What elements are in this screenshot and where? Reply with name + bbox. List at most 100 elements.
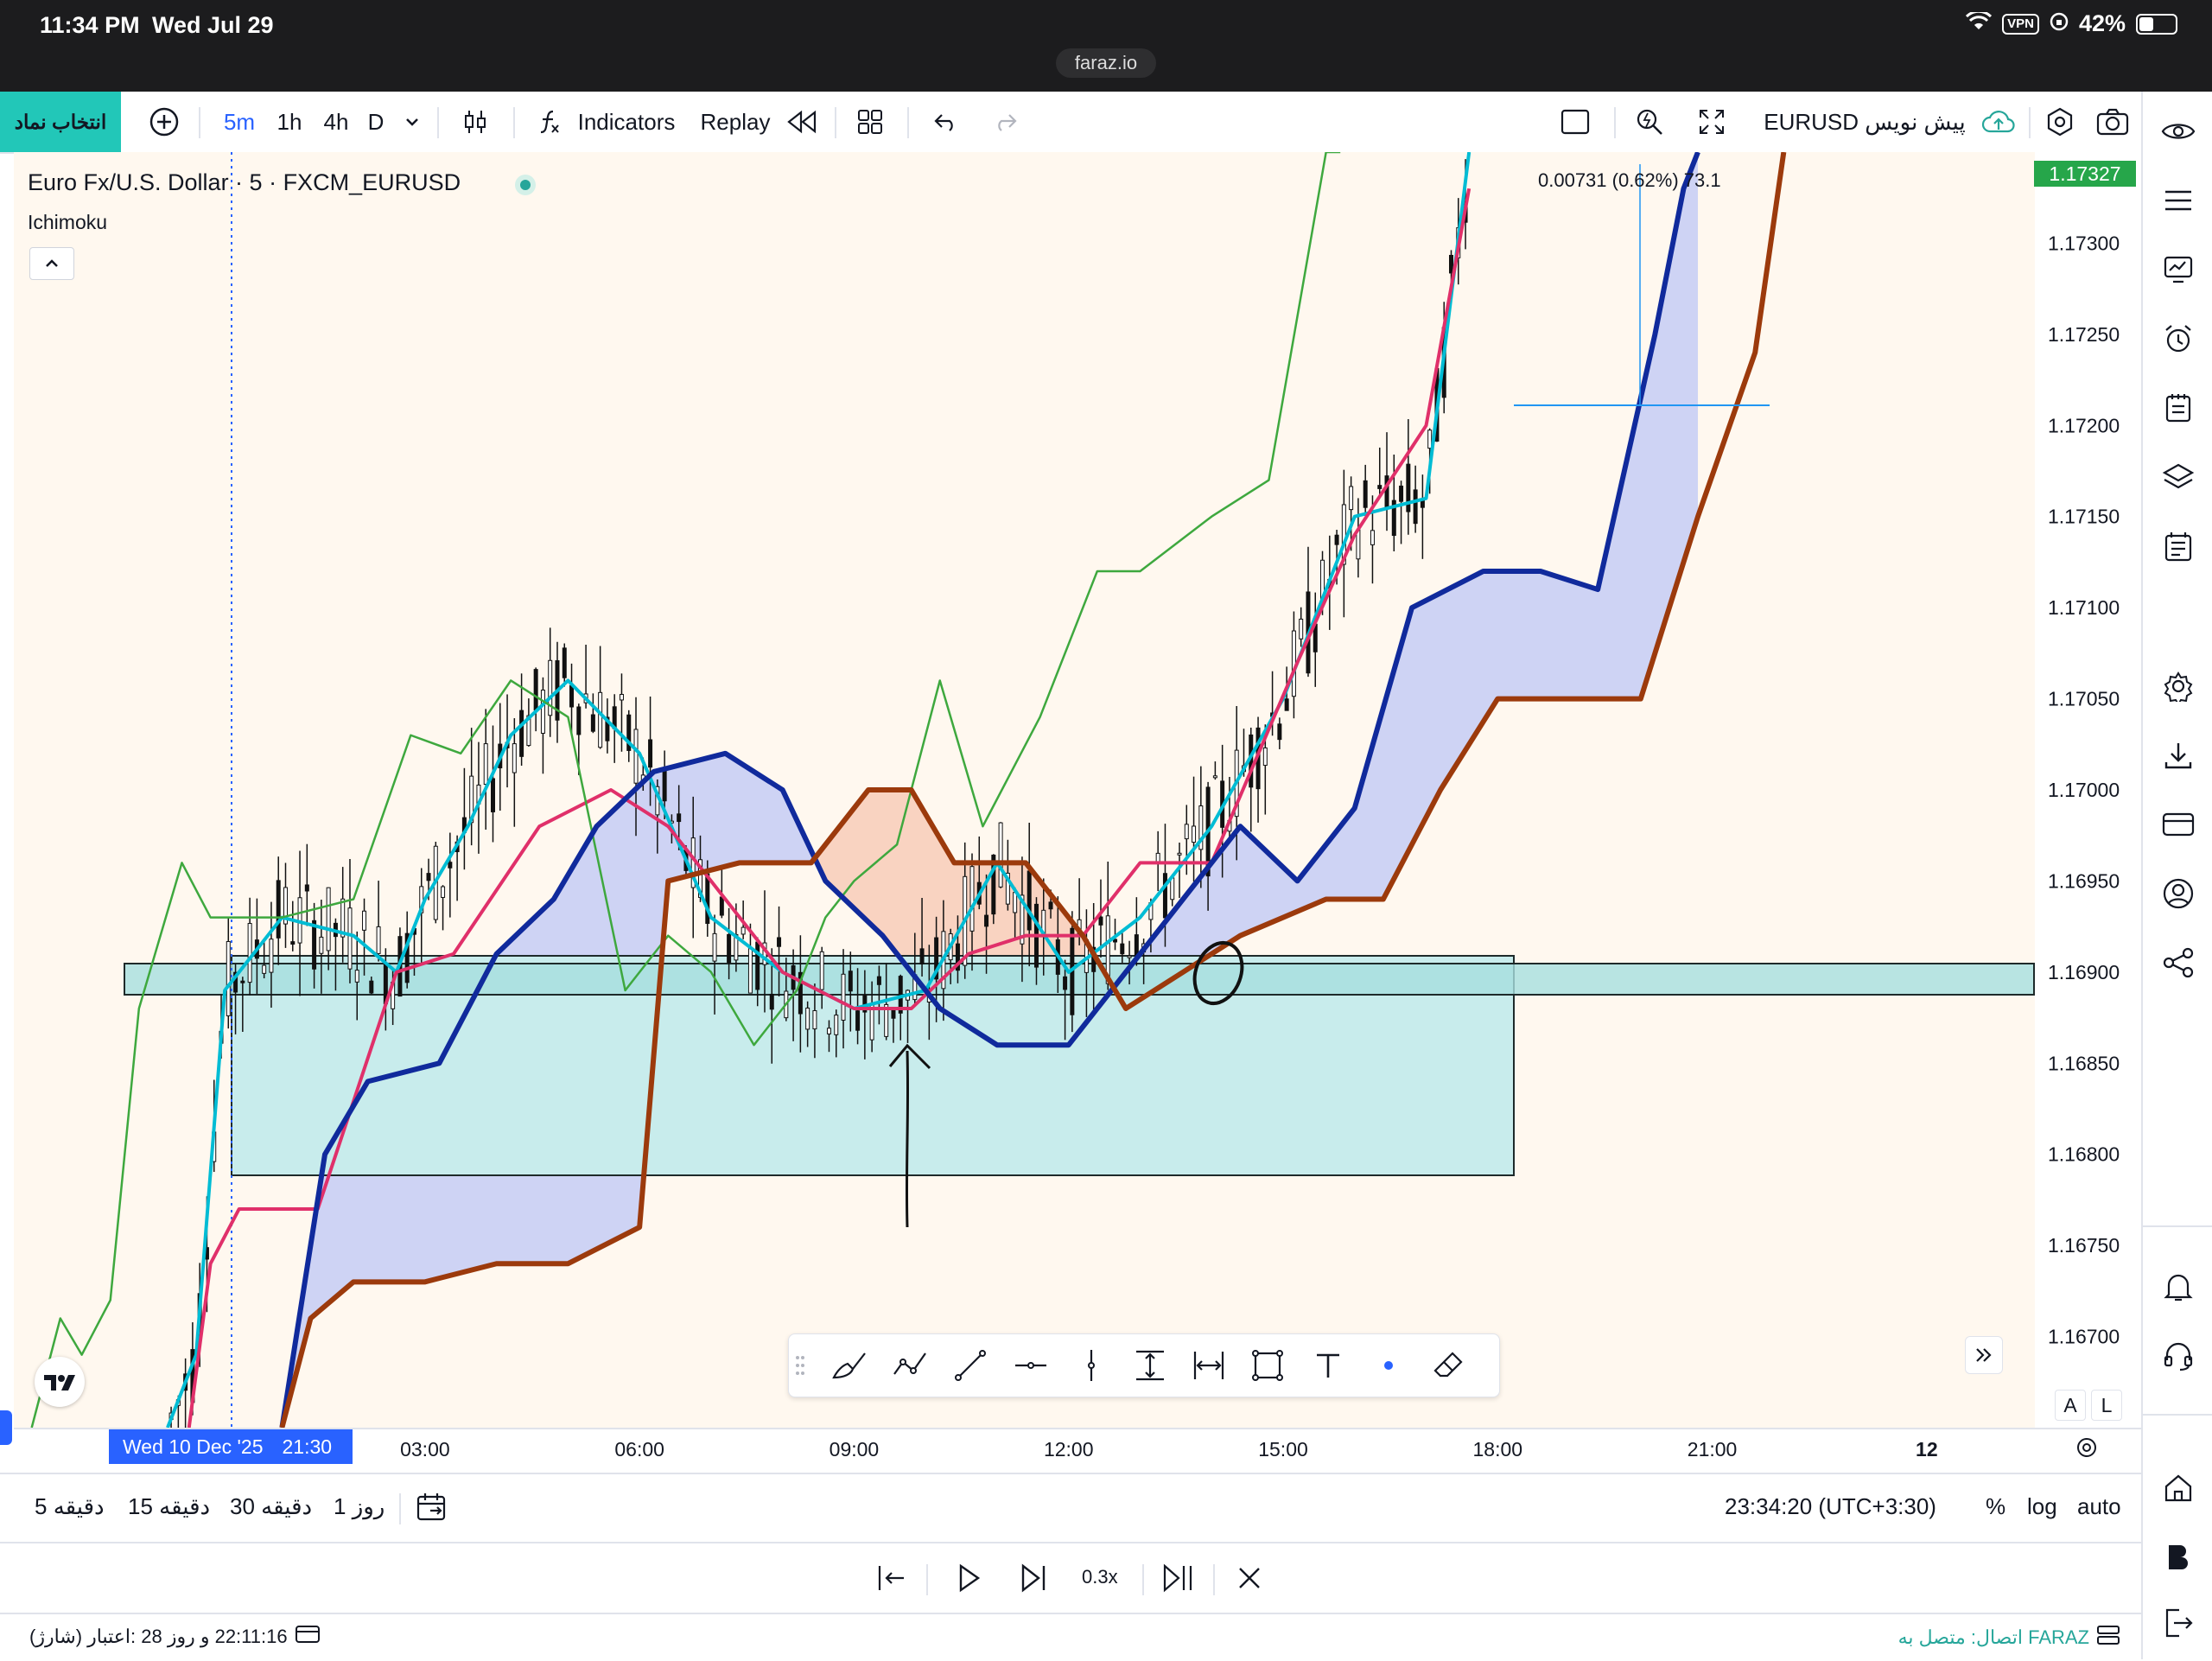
left-panel-toggle[interactable]	[0, 1410, 12, 1445]
price-tick-label: 1.17050	[2048, 688, 2120, 710]
trend-line-tool-icon[interactable]	[944, 1334, 996, 1397]
share-icon[interactable]	[2143, 937, 2212, 989]
candle-body	[1349, 486, 1354, 511]
replay-close-icon[interactable]	[1236, 1564, 1263, 1596]
time-tick-label: 21:00	[1687, 1438, 1738, 1461]
replay-jump-start-icon[interactable]	[874, 1562, 909, 1598]
drag-handle-icon[interactable]	[789, 1334, 811, 1397]
notes-icon[interactable]	[2143, 382, 2212, 434]
candle-body	[269, 939, 274, 973]
candle-body	[848, 971, 853, 992]
candle-body	[855, 1010, 861, 1031]
auto-scale-toggle[interactable]: auto	[2077, 1493, 2121, 1520]
alarm-icon[interactable]	[2143, 313, 2212, 365]
date-range-tool-icon[interactable]	[1183, 1334, 1235, 1397]
replay-speed[interactable]: 0.3x	[1082, 1566, 1118, 1588]
vpn-badge: VPN	[2002, 13, 2039, 35]
indicators-button[interactable]: Indicators	[570, 92, 683, 152]
candle-body	[441, 886, 446, 898]
price-chart[interactable]: 1.17300 1.17250 1.17200 1.17150 1.17100 1.170…	[14, 152, 2141, 1429]
interval-5m[interactable]: 5m	[218, 92, 261, 152]
layers-icon[interactable]	[2143, 451, 2212, 503]
fullscreen-box-icon[interactable]	[1555, 92, 1595, 152]
watchlist-icon[interactable]	[2143, 244, 2212, 296]
range-1d[interactable]: 1 روز	[334, 1493, 385, 1520]
measure-readout: 0.00731 (0.62%) 73.1	[1538, 169, 1721, 191]
polyline-tool-icon[interactable]	[884, 1334, 936, 1397]
interval-4h[interactable]: 4h	[316, 92, 356, 152]
candles-icon[interactable]	[456, 92, 494, 152]
chart-title[interactable]: Euro Fx/U.S. Dollar · 5 · FXCM_EURUSD	[28, 169, 461, 196]
time-tick-label: 09:00	[829, 1438, 880, 1461]
list-detail-icon[interactable]	[2143, 520, 2212, 572]
layout-grid-icon[interactable]	[850, 92, 890, 152]
price-range-tool-icon[interactable]	[1124, 1334, 1176, 1397]
drawing-toolbar	[788, 1333, 1500, 1397]
candle-body	[1048, 901, 1053, 910]
redo-icon[interactable]	[985, 92, 1025, 152]
text-tool-icon[interactable]	[1302, 1334, 1354, 1397]
lock-scale-l-button[interactable]: L	[2091, 1390, 2122, 1421]
indicator-legend[interactable]: Ichimoku	[28, 211, 107, 234]
dot-tool-icon[interactable]	[1363, 1334, 1414, 1397]
replay-play-icon[interactable]	[952, 1562, 983, 1598]
wallet-icon[interactable]	[2143, 799, 2212, 850]
candle-body	[533, 669, 538, 711]
fx-icon[interactable]	[534, 92, 565, 152]
tradingview-logo[interactable]	[35, 1357, 85, 1407]
candle-body	[369, 980, 374, 994]
layout-name[interactable]: EURUSD پیش نویس	[1752, 92, 1977, 152]
expand-panel-icon[interactable]	[1965, 1336, 2003, 1374]
log-scale-toggle[interactable]: log	[2027, 1493, 2057, 1520]
replay-step-forward-icon[interactable]	[1018, 1562, 1049, 1598]
expand-icon[interactable]	[1692, 92, 1732, 152]
notification-bell-icon[interactable]	[2143, 1262, 2212, 1314]
collapse-legend-button[interactable]	[29, 247, 74, 280]
chevron-down-icon[interactable]	[399, 92, 425, 152]
candle-body	[727, 933, 732, 964]
symbol-select-button[interactable]: انتخاب نماد	[0, 92, 121, 152]
quick-search-icon[interactable]	[1630, 92, 1669, 152]
range-15m[interactable]: 15 دقیقه	[128, 1493, 210, 1520]
eraser-tool-icon[interactable]	[1423, 1334, 1475, 1397]
camera-icon[interactable]	[2091, 92, 2134, 152]
replay-rewind-icon[interactable]	[781, 92, 824, 152]
status-date: Wed Jul 29	[152, 12, 274, 38]
profile-icon[interactable]	[2143, 868, 2212, 920]
home-icon[interactable]	[2143, 1462, 2212, 1514]
replay-button[interactable]: Replay	[696, 92, 774, 152]
interval-1h[interactable]: 1h	[270, 92, 309, 152]
broker-b-icon[interactable]	[2143, 1531, 2212, 1583]
price-tick-label: 1.16950	[2048, 869, 2120, 892]
add-symbol-icon[interactable]	[145, 92, 183, 152]
rectangle-tool-icon[interactable]	[1242, 1334, 1294, 1397]
menu-icon[interactable]	[2143, 175, 2212, 226]
candle-body	[540, 690, 545, 734]
undo-icon[interactable]	[926, 92, 966, 152]
support-headset-icon[interactable]	[2143, 1331, 2212, 1383]
axis-settings-icon[interactable]	[2074, 1435, 2103, 1464]
interval-d[interactable]: D	[363, 92, 389, 152]
range-5m[interactable]: 5 دقیقه	[35, 1493, 105, 1520]
connection-text: اتصال: متصل به FARAZ	[1897, 1626, 2089, 1648]
price-tick-label: 1.17150	[2048, 506, 2120, 528]
range-30m[interactable]: 30 دقیقه	[230, 1493, 312, 1520]
candle-body	[834, 1015, 839, 1035]
browser-url[interactable]: faraz.io	[1056, 48, 1156, 78]
go-to-date-icon[interactable]	[415, 1492, 449, 1527]
battery-icon	[2136, 13, 2177, 35]
brush-tool-icon[interactable]	[823, 1334, 875, 1397]
cloud-save-icon[interactable]	[1979, 92, 2018, 152]
vertical-line-tool-icon[interactable]	[1065, 1334, 1117, 1397]
settings-gear-icon[interactable]	[2143, 660, 2212, 712]
download-icon[interactable]	[2143, 729, 2212, 781]
auto-scale-a-button[interactable]: A	[2055, 1390, 2086, 1421]
chart-clock[interactable]: 23:34:20 (UTC+3:30)	[1725, 1493, 1936, 1520]
percent-scale-toggle[interactable]: %	[1986, 1493, 2005, 1520]
settings-hex-icon[interactable]	[2029, 92, 2091, 152]
logout-icon[interactable]	[2143, 1597, 2212, 1649]
status-right: VPN 42%	[1966, 10, 2177, 37]
horizontal-line-tool-icon[interactable]	[1005, 1334, 1057, 1397]
replay-jump-realtime-icon[interactable]	[1161, 1562, 1196, 1598]
eye-icon[interactable]	[2143, 105, 2212, 157]
